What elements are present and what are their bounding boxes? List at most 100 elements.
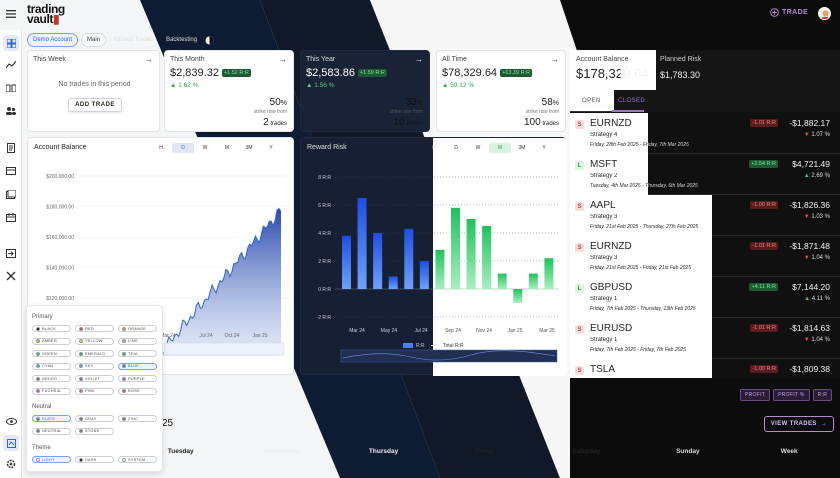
swatch-lime[interactable]: LIME bbox=[118, 337, 157, 345]
tab-backtesting[interactable]: Backtesting bbox=[161, 34, 202, 46]
trade-pct: ▲ 4.11 % bbox=[804, 296, 830, 302]
side-badge: L bbox=[575, 161, 584, 170]
swatch-slate[interactable]: SLATE bbox=[32, 415, 71, 422]
tf-h[interactable]: H bbox=[423, 143, 445, 153]
swatch-emerald[interactable]: EMERALD bbox=[75, 350, 114, 357]
swatch-green[interactable]: GREEN bbox=[32, 350, 71, 357]
y-tick-label: $120,000.00 bbox=[46, 296, 74, 302]
trade-button[interactable]: TRADE bbox=[770, 8, 808, 17]
swatch-gray[interactable]: GRAY bbox=[75, 415, 114, 422]
hamburger-menu-icon[interactable] bbox=[6, 10, 16, 18]
trade-symbol: TSLA bbox=[590, 364, 616, 375]
swatch-blue[interactable]: BLUE bbox=[118, 362, 157, 370]
filter-profit-pct[interactable]: PROFIT % bbox=[773, 389, 810, 401]
expand-arrow-icon[interactable]: → bbox=[145, 55, 153, 64]
x-tick-label: Nov 24 bbox=[476, 328, 492, 334]
swatch-dot-icon bbox=[79, 326, 83, 331]
swatch-rose[interactable]: ROSE bbox=[118, 387, 157, 395]
trade-row[interactable]: S EURUSD Strategy 1 Friday, 7th Feb 2025 - … bbox=[570, 318, 840, 359]
tf-w[interactable]: W bbox=[194, 143, 216, 153]
swatch-label: AMBER bbox=[42, 339, 58, 343]
this-month-title: This Month bbox=[170, 56, 205, 63]
tf-3m[interactable]: 3M bbox=[238, 143, 260, 153]
add-trade-button[interactable]: ADD TRADE bbox=[68, 98, 122, 112]
trade-pct-text: 1.07 % bbox=[811, 132, 830, 138]
sidebar-analytics-icon[interactable] bbox=[3, 57, 19, 73]
sidebar-import-icon[interactable] bbox=[3, 245, 19, 261]
theme-palette-popover: Primary BLACK RED ORANGE AMBER YELLOW LIME GRE… bbox=[26, 305, 163, 472]
sidebar-settings-icon[interactable] bbox=[3, 456, 19, 472]
sidebar-accounts-icon[interactable] bbox=[3, 163, 19, 179]
trade-row[interactable]: S EURNZD Strategy 3 Friday, 21st Feb 2025 -… bbox=[570, 236, 840, 277]
swatch-neutral[interactable]: NEUTRAL bbox=[32, 427, 71, 435]
swatch-violet[interactable]: VIOLET bbox=[75, 375, 114, 382]
tf-w[interactable]: W bbox=[467, 143, 489, 153]
swatch-black[interactable]: BLACK bbox=[32, 325, 71, 332]
y-tick-label: 6 R:R bbox=[318, 203, 331, 209]
tf-y[interactable]: Y bbox=[260, 143, 282, 153]
tab-main[interactable]: Main bbox=[81, 33, 107, 47]
app-logo[interactable]: trading vault▮ bbox=[27, 3, 65, 25]
expand-arrow-icon[interactable]: → bbox=[415, 55, 423, 64]
trade-pct-text: 4.11 % bbox=[811, 296, 830, 302]
theme-toggle-icon[interactable] bbox=[205, 36, 214, 45]
trade-row[interactable]: S EURNZD Strategy 4 Friday, 28th Feb 2025 -… bbox=[570, 113, 840, 154]
swatch-system[interactable]: SYSTEM bbox=[118, 456, 157, 463]
filter-profit[interactable]: PROFIT bbox=[740, 389, 771, 401]
tf-m[interactable]: M bbox=[216, 143, 238, 153]
sidebar-visibility-icon[interactable] bbox=[3, 413, 19, 429]
rr-bar bbox=[451, 207, 460, 289]
tf-h[interactable]: H bbox=[150, 143, 172, 153]
sidebar-tools-icon[interactable] bbox=[3, 268, 19, 284]
sidebar-calendar-icon[interactable] bbox=[3, 209, 19, 225]
trade-row[interactable]: L GBPUSD Strategy 1 Friday, 7th Feb 2025 - … bbox=[570, 277, 840, 318]
trade-symbol: EURNZD bbox=[590, 241, 632, 252]
sidebar-theme-icon[interactable] bbox=[3, 435, 19, 451]
tab-closed[interactable]: CLOSED bbox=[618, 98, 645, 104]
sidebar-notes-icon[interactable] bbox=[3, 140, 19, 156]
trade-row[interactable]: S AAPL Strategy 3 Friday, 21st Feb 2025 - T… bbox=[570, 195, 840, 236]
tf-3m[interactable]: 3M bbox=[511, 143, 533, 153]
trade-dates: Tuesday, 4th Mar 2025 - Thursday, 6th Ma… bbox=[590, 183, 698, 189]
swatch-zinc[interactable]: ZINC bbox=[118, 415, 157, 422]
tf-m[interactable]: M bbox=[489, 143, 511, 153]
swatch-dark[interactable]: DARK bbox=[75, 456, 114, 463]
side-badge: S bbox=[575, 120, 584, 129]
legend-total-label: Total R:R bbox=[443, 343, 464, 349]
swatch-fuchsia[interactable]: FUCHSIA bbox=[32, 387, 71, 395]
swatch-teal[interactable]: TEAL bbox=[118, 350, 157, 357]
swatch-sky[interactable]: SKY bbox=[75, 362, 114, 370]
tab-demo-account[interactable]: Demo Account bbox=[27, 33, 79, 47]
rr-bar bbox=[497, 273, 507, 289]
trade-row[interactable]: L MSFT Strategy 2 Tuesday, 4th Mar 2025 - T… bbox=[570, 154, 840, 195]
sidebar-media-icon[interactable] bbox=[3, 186, 19, 202]
swatch-light[interactable]: LIGHT bbox=[32, 456, 71, 463]
swatch-orange[interactable]: ORANGE bbox=[118, 325, 157, 332]
swatch-cyan[interactable]: CYAN bbox=[32, 362, 71, 370]
expand-arrow-icon[interactable]: → bbox=[551, 55, 559, 64]
trade-pl: -$1,826.36 bbox=[789, 200, 830, 210]
swatch-purple[interactable]: PURPLE bbox=[118, 375, 157, 382]
calendar-weekday-header: Tuesday Wednesday Thursday Friday Saturd… bbox=[130, 443, 840, 459]
rr-bar bbox=[482, 226, 492, 289]
sidebar-journal-icon[interactable] bbox=[3, 80, 19, 96]
swatch-yellow[interactable]: YELLOW bbox=[75, 337, 114, 345]
view-trades-button[interactable]: VIEW TRADES → bbox=[764, 416, 834, 432]
swatch-stone[interactable]: STONE bbox=[75, 427, 114, 435]
sidebar-community-icon[interactable] bbox=[3, 103, 19, 119]
tf-d[interactable]: D bbox=[445, 143, 467, 153]
swatch-indigo[interactable]: INDIGO bbox=[32, 375, 71, 382]
tab-missed-trades[interactable]: Missed Trades bbox=[109, 34, 158, 46]
trade-pct: ▼ 1.07 % bbox=[804, 132, 830, 138]
swatch-dot-icon bbox=[122, 389, 126, 393]
expand-arrow-icon[interactable]: → bbox=[279, 55, 287, 64]
swatch-pink[interactable]: PINK bbox=[75, 387, 114, 395]
swatch-amber[interactable]: AMBER bbox=[32, 337, 71, 345]
avatar[interactable] bbox=[818, 7, 831, 20]
sidebar-dashboard-icon[interactable] bbox=[3, 35, 19, 51]
tf-y[interactable]: Y bbox=[533, 143, 555, 153]
filter-rr[interactable]: R:R bbox=[812, 389, 833, 401]
swatch-red[interactable]: RED bbox=[75, 325, 114, 332]
tab-open[interactable]: OPEN bbox=[582, 98, 601, 104]
tf-d[interactable]: D bbox=[172, 143, 194, 153]
